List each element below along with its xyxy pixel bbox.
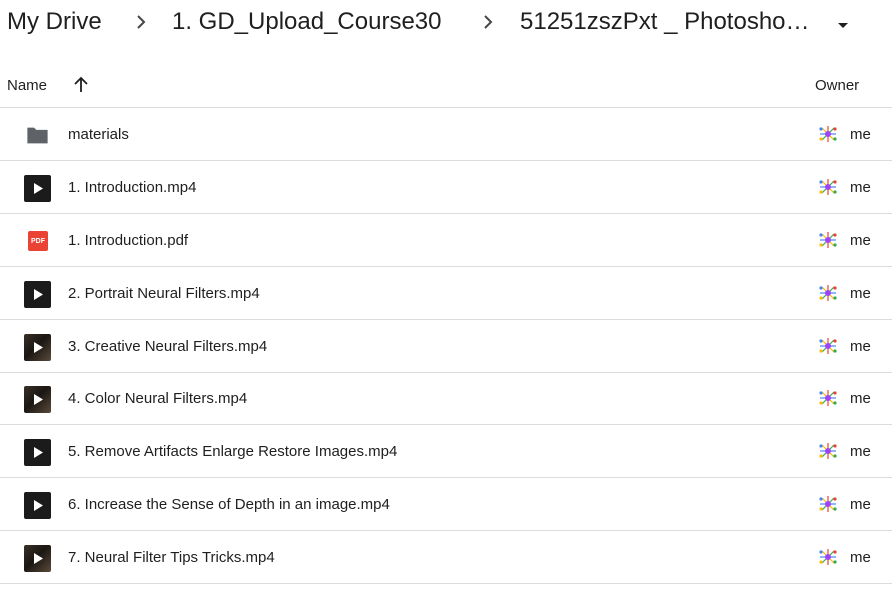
- file-owner: me: [850, 443, 871, 460]
- avatar-icon: [819, 126, 837, 142]
- file-row[interactable]: 1. Introduction.mp4 me: [0, 161, 892, 214]
- video-play-icon: [24, 545, 51, 572]
- avatar-icon: [819, 338, 837, 354]
- file-row[interactable]: 6. Increase the Sense of Depth in an ima…: [0, 478, 892, 531]
- video-play-icon: [24, 334, 51, 361]
- file-owner: me: [850, 232, 871, 249]
- avatar-icon: [819, 390, 837, 406]
- file-name: 2. Portrait Neural Filters.mp4: [68, 285, 260, 302]
- folder-icon: [27, 127, 48, 144]
- file-name: 1. Introduction.mp4: [68, 179, 197, 196]
- file-row[interactable]: PDF 1. Introduction.pdf me: [0, 214, 892, 267]
- video-play-icon: [24, 281, 51, 308]
- avatar-icon: [819, 549, 837, 565]
- file-row[interactable]: 2. Portrait Neural Filters.mp4 me: [0, 267, 892, 320]
- file-owner: me: [850, 179, 871, 196]
- avatar-icon: [819, 285, 837, 301]
- dropdown-arrow-icon[interactable]: [832, 14, 854, 36]
- file-name: 4. Color Neural Filters.mp4: [68, 390, 248, 407]
- file-owner: me: [850, 496, 871, 513]
- file-owner: me: [850, 126, 871, 143]
- chevron-right-icon: [137, 15, 146, 29]
- file-owner: me: [850, 338, 871, 355]
- chevron-right-icon: [484, 15, 493, 29]
- avatar-icon: [819, 496, 837, 512]
- video-play-icon: [24, 175, 51, 202]
- divider: [0, 583, 892, 584]
- file-row[interactable]: 3. Creative Neural Filters.mp4 me: [0, 320, 892, 373]
- file-name: 3. Creative Neural Filters.mp4: [68, 338, 268, 355]
- video-play-icon: [24, 386, 51, 413]
- column-owner-header: Owner: [815, 77, 860, 94]
- column-name-header[interactable]: Name: [7, 77, 47, 94]
- pdf-icon: PDF: [28, 231, 48, 251]
- file-name: 5. Remove Artifacts Enlarge Restore Imag…: [68, 443, 398, 460]
- breadcrumb: My Drive 1. GD_Upload_Course30 51251zszP…: [0, 0, 892, 52]
- file-owner: me: [850, 285, 871, 302]
- breadcrumb-my-drive[interactable]: My Drive: [7, 8, 102, 36]
- column-header: Name Owner: [0, 62, 892, 107]
- avatar-icon: [819, 232, 837, 248]
- breadcrumb-course-folder[interactable]: 1. GD_Upload_Course30: [172, 8, 442, 36]
- video-play-icon: [24, 439, 51, 466]
- file-row[interactable]: materials me: [0, 108, 892, 161]
- file-name: 6. Increase the Sense of Depth in an ima…: [68, 496, 390, 513]
- breadcrumb-current-folder[interactable]: 51251zszPxt _ Photosho…: [520, 8, 810, 36]
- file-name: materials: [68, 126, 129, 143]
- avatar-icon: [819, 443, 837, 459]
- sort-arrow-up-icon[interactable]: [72, 76, 90, 94]
- file-row[interactable]: 4. Color Neural Filters.mp4 me: [0, 372, 892, 425]
- file-row[interactable]: 7. Neural Filter Tips Tricks.mp4 me: [0, 531, 892, 584]
- file-row[interactable]: 5. Remove Artifacts Enlarge Restore Imag…: [0, 425, 892, 478]
- file-owner: me: [850, 390, 871, 407]
- avatar-icon: [819, 179, 837, 195]
- file-name: 7. Neural Filter Tips Tricks.mp4: [68, 549, 275, 566]
- file-owner: me: [850, 549, 871, 566]
- video-play-icon: [24, 492, 51, 519]
- file-name: 1. Introduction.pdf: [68, 232, 189, 249]
